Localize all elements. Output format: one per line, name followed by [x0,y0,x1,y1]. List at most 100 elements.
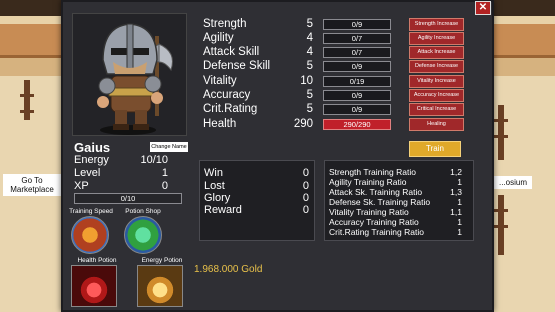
ratio-row: Attack Sk. Training Ratio 1,3 [329,187,468,197]
energy-potion-icon[interactable] [137,265,183,307]
stat-name: Strength [203,18,247,30]
ratio-row: Crit.Rating Training Ratio 1 [329,227,468,237]
stat-progress-bar: 0/7 [323,33,391,44]
stat-value: 5 [306,89,313,101]
stat-row-attack-skill: Attack Skill 4 0/7 Attack Increase [203,46,465,60]
stat-row-vitality: Vitality 10 0/19 Vitality Increase [203,75,465,89]
record-row-glory: Glory 0 [204,192,309,204]
record-value: 0 [302,192,309,204]
stat-value: 290 [293,118,313,130]
record-label: Win [204,167,223,179]
xp-value: 0 [161,180,168,192]
stat-value: 5 [306,60,313,72]
record-value: 0 [302,167,309,179]
character-portrait [72,13,187,136]
ratio-row: Accuracy Training Ratio 1 [329,217,468,227]
stat-row-crit-rating: Crit.Rating 5 0/9 Critical Increase [203,103,465,117]
ratio-row: Strength Training Ratio 1,2 [329,167,468,177]
record-value: 0 [302,204,309,216]
stat-row-strength: Strength 5 0/9 Strength Increase [203,18,465,32]
ratio-value: 1,3 [450,187,462,197]
fence-post [494,105,508,160]
ratio-label: Agility Training Ratio [329,177,407,187]
accuracy-increase-button[interactable]: Accuracy Increase [409,89,464,102]
ratio-label: Defense Sk. Training Ratio [329,197,431,207]
vitality-increase-button[interactable]: Vitality Increase [409,75,464,88]
change-name-button[interactable]: Change Name [150,142,188,152]
character-name: Gaius [74,140,111,155]
level-value: 1 [161,167,168,179]
ratio-row: Vitality Training Ratio 1,1 [329,207,468,217]
stat-value: 5 [306,18,313,30]
record-row-reward: Reward 0 [204,204,309,216]
ratio-row: Defense Sk. Training Ratio 1 [329,197,468,207]
record-label: Glory [204,192,231,204]
health-potion-icon[interactable] [71,265,117,307]
energy-value: 10/10 [140,154,168,166]
energy-row: Energy 10/10 [74,154,184,166]
stat-value: 4 [306,46,313,58]
stat-progress-bar: 0/9 [323,104,391,115]
close-button[interactable]: ✕ [475,1,491,15]
training-speed-label: Training Speed [69,208,113,215]
ratio-label: Accuracy Training Ratio [329,217,419,227]
stat-name: Crit.Rating [203,103,258,115]
stat-name: Vitality [203,75,237,87]
record-row-win: Win 0 [204,167,309,179]
energy-label: Energy [74,154,109,166]
stat-name: Agility [203,32,234,44]
stat-name: Defense Skill [203,60,271,72]
ratio-value: 1,2 [450,167,462,177]
stat-progress-bar: 0/19 [323,76,391,87]
health-bar: 290/290 [323,119,391,130]
strength-increase-button[interactable]: Strength Increase [409,18,464,31]
healing-button[interactable]: Healing [409,118,464,131]
ratio-label: Attack Sk. Training Ratio [329,187,423,197]
xp-row: XP 0 [74,180,184,192]
xp-label: XP [74,180,89,192]
ratio-label: Crit.Rating Training Ratio [329,227,424,237]
record-row-lost: Lost 0 [204,180,309,192]
training-speed-icon[interactable] [71,216,109,254]
fence-post [494,195,508,255]
agility-increase-button[interactable]: Agility Increase [409,32,464,45]
record-value: 0 [302,180,309,192]
stat-progress-bar: 0/7 [323,47,391,58]
stat-row-defense-skill: Defense Skill 5 0/9 Defense Increase [203,60,465,74]
xp-progress-bar: 0/10 [74,193,182,204]
arena-wall-left [0,24,62,58]
ratio-value: 1 [457,197,462,207]
stat-progress-bar: 0/9 [323,90,391,101]
ratio-label: Vitality Training Ratio [329,207,409,217]
arena-wall-right [494,24,555,58]
train-button[interactable]: Train [409,141,461,157]
stat-row-health: Health 290 290/290 Healing [203,118,465,132]
level-row: Level 1 [74,167,184,179]
record-label: Reward [204,204,242,216]
stat-name: Attack Skill [203,46,260,58]
stat-row-agility: Agility 4 0/7 Agility Increase [203,32,465,46]
record-label: Lost [204,180,225,192]
ratio-value: 1 [457,217,462,227]
potion-shop-icon[interactable] [124,216,162,254]
stat-value: 4 [306,32,313,44]
go-to-marketplace-button[interactable]: Go To Marketplace [3,174,61,196]
colosseum-button[interactable]: ...osium [494,176,532,189]
ratio-value: 1 [457,177,462,187]
stat-progress-bar: 0/9 [323,61,391,72]
stat-value: 10 [300,75,313,87]
energy-potion-label: Energy Potion [141,257,183,264]
attack-increase-button[interactable]: Attack Increase [409,46,464,59]
ratio-value: 1 [457,227,462,237]
gold-amount: 1.968.000 Gold [194,264,263,275]
potion-shop-label: Potion Shop [125,208,161,215]
health-potion-label: Health Potion [77,257,117,264]
stat-value: 5 [306,103,313,115]
ratio-value: 1,1 [450,207,462,217]
stat-name: Health [203,118,237,130]
stat-progress-bar: 0/9 [323,19,391,30]
level-label: Level [74,167,101,179]
fence-post [20,80,34,120]
defense-increase-button[interactable]: Defense Increase [409,60,464,73]
critical-increase-button[interactable]: Critical Increase [409,103,464,116]
